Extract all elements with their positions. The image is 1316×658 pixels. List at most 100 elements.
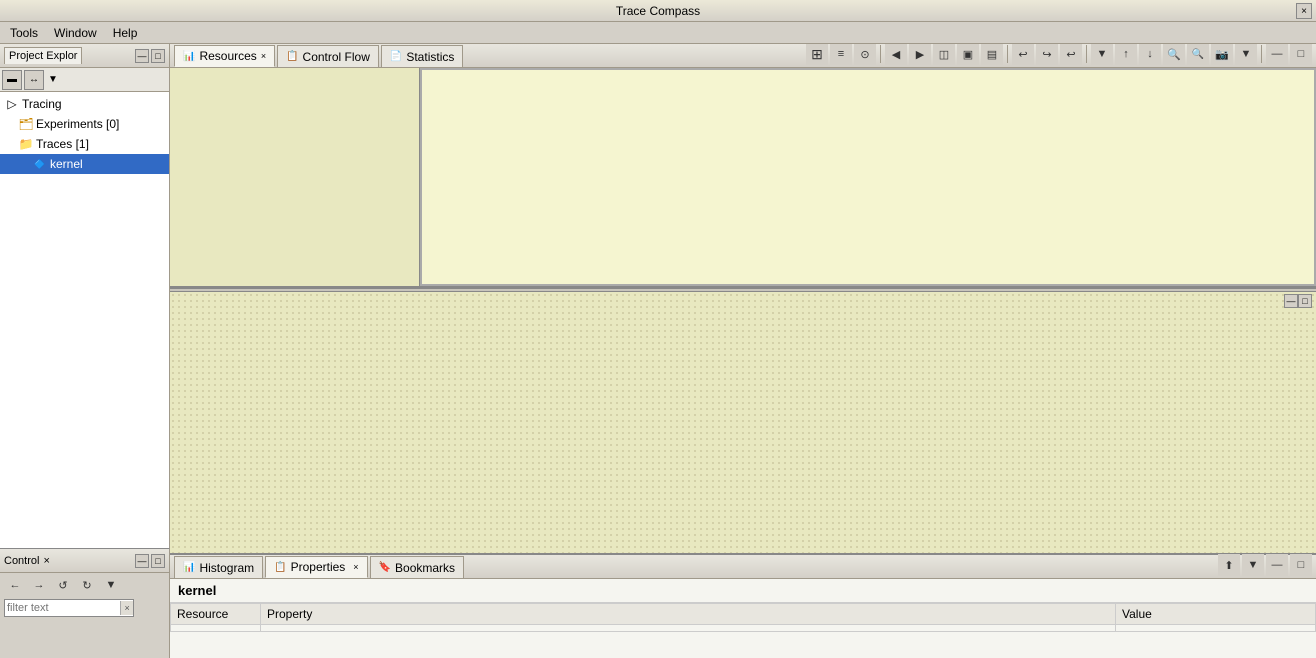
sidebar-maximize-btn[interactable]: □: [151, 49, 165, 63]
control-maximize-btn[interactable]: □: [151, 554, 165, 568]
sidebar-item-traces[interactable]: 📁 Traces [1]: [0, 134, 169, 154]
ctrl-forward-btn[interactable]: →: [28, 574, 50, 596]
app-title: Trace Compass: [616, 4, 700, 18]
main-toolbar-btn18[interactable]: ▼: [1235, 44, 1257, 65]
left-bottom-panel: Control × — □ ← → ↺ ↻ ▼ ×: [0, 548, 170, 658]
sep4: [1261, 45, 1262, 63]
sidebar-tree: ▷ Tracing 🗂 Experiments [0] 📁 Traces [1]…: [0, 92, 169, 548]
properties-tab-close[interactable]: ×: [353, 562, 358, 572]
menu-bar: Tools Window Help: [0, 22, 1316, 44]
bottom-tabs-bar: 📊 Histogram 📋 Properties × 🔖 Bookmarks: [170, 555, 1316, 579]
main-toolbar-maximize[interactable]: □: [1290, 44, 1312, 65]
tab-bookmarks[interactable]: 🔖 Bookmarks: [370, 556, 464, 578]
bottom-view-minimize[interactable]: —: [1284, 294, 1298, 308]
sidebar-link-btn[interactable]: ↔: [24, 70, 44, 90]
main-toolbar-btn3[interactable]: ⊙: [854, 44, 876, 65]
filter-area: ×: [0, 597, 169, 619]
main-toolbar-btn12[interactable]: ▼: [1091, 44, 1113, 65]
sidebar: Project Explor — □ ▬ ↔ ▼ ▷ Tracing 🗂 Exp…: [0, 44, 170, 658]
filter-input[interactable]: [5, 602, 120, 614]
main-toolbar-btn5[interactable]: ▶: [909, 44, 931, 65]
sidebar-item-tracing[interactable]: ▷ Tracing: [0, 94, 169, 114]
sidebar-item-kernel[interactable]: 🔷 kernel: [0, 154, 169, 174]
sidebar-tracing-label: Tracing: [22, 97, 62, 111]
main-toolbar-btn16[interactable]: 🔍: [1187, 44, 1209, 65]
sidebar-traces-label: Traces [1]: [36, 137, 89, 151]
main-toolbar-btn4[interactable]: ◀: [885, 44, 907, 65]
sidebar-collapse-btn[interactable]: ▬: [2, 70, 22, 90]
main-toolbar-btn17[interactable]: 📷: [1211, 44, 1233, 65]
bottom-minimize-btn[interactable]: —: [1266, 554, 1288, 576]
table-row: [171, 625, 1316, 632]
main-toolbar-btn2[interactable]: ≡: [830, 44, 852, 65]
upper-area: 📊 Resources × 📋 Control Flow 📄 Statistic…: [170, 44, 1316, 553]
tab-control-flow[interactable]: 📋 Control Flow: [277, 45, 379, 67]
sidebar-toolbar: ▬ ↔ ▼: [0, 68, 169, 92]
main-toolbar-btn9[interactable]: ↩: [1012, 44, 1034, 65]
histogram-tab-label: Histogram: [199, 561, 254, 575]
control-flow-tab-label: Control Flow: [303, 50, 370, 64]
sidebar-kernel-label: kernel: [50, 157, 83, 171]
ctrl-undo-btn[interactable]: ↺: [52, 574, 74, 596]
bottom-view-maximize[interactable]: □: [1298, 294, 1312, 308]
main-toolbar-btn13[interactable]: ↑: [1115, 44, 1137, 65]
col-value: Value: [1116, 604, 1316, 625]
menu-window[interactable]: Window: [48, 24, 103, 42]
properties-table: Resource Property Value: [170, 603, 1316, 632]
timeline-view-bottom: — □: [170, 292, 1316, 553]
control-toolbar: ← → ↺ ↻ ▼: [0, 573, 169, 597]
bottom-maximize-btn[interactable]: □: [1290, 554, 1312, 576]
statistics-tab-label: Statistics: [406, 50, 454, 64]
main-toolbar-btn11[interactable]: ↩: [1060, 44, 1082, 65]
ctrl-redo-btn[interactable]: ↻: [76, 574, 98, 596]
title-bar: Trace Compass ×: [0, 0, 1316, 22]
sidebar-item-experiments[interactable]: 🗂 Experiments [0]: [0, 114, 169, 134]
main-toolbar-minimize[interactable]: —: [1266, 44, 1288, 65]
sidebar-dropdown-btn[interactable]: ▼: [46, 73, 60, 87]
main-toolbar-btn6[interactable]: ◫: [933, 44, 955, 65]
ctrl-back-btn[interactable]: ←: [4, 574, 26, 596]
title-close-button[interactable]: ×: [1296, 3, 1312, 19]
tab-histogram[interactable]: 📊 Histogram: [174, 556, 263, 578]
bottom-dropdown-btn[interactable]: ▼: [1242, 554, 1264, 576]
sep3: [1086, 45, 1087, 63]
filter-clear-btn[interactable]: ×: [120, 601, 133, 615]
bookmarks-tab-icon: 🔖: [379, 562, 391, 573]
main-layout: Project Explor — □ ▬ ↔ ▼ ▷ Tracing 🗂 Exp…: [0, 44, 1316, 658]
main-tabs-bar: 📊 Resources × 📋 Control Flow 📄 Statistic…: [170, 44, 1316, 68]
sidebar-experiments-label: Experiments [0]: [36, 117, 119, 131]
control-flow-tab-icon: 📋: [286, 51, 298, 62]
main-toolbar-btn7[interactable]: ▣: [957, 44, 979, 65]
tab-properties[interactable]: 📋 Properties ×: [265, 556, 367, 578]
sidebar-controls: — □: [135, 49, 165, 63]
main-toolbar-btn14[interactable]: ↓: [1139, 44, 1161, 65]
resources-tab-close[interactable]: ×: [261, 51, 266, 61]
sidebar-header: Project Explor — □: [0, 44, 169, 68]
ctrl-dropdown-btn[interactable]: ▼: [100, 574, 122, 596]
timeline-left-panel: [170, 68, 420, 286]
bottom-export-btn[interactable]: ⬆: [1218, 554, 1240, 576]
menu-help[interactable]: Help: [107, 24, 144, 42]
tracing-icon: ▷: [4, 96, 20, 112]
control-panel-controls: — □: [135, 554, 165, 568]
main-toolbar-btn15[interactable]: 🔍: [1163, 44, 1185, 65]
resources-tab-icon: 📊: [183, 51, 195, 62]
sidebar-tab-project-explorer[interactable]: Project Explor: [4, 47, 82, 64]
main-toolbar-btn1[interactable]: ⊞: [806, 44, 828, 65]
main-toolbar-btn10[interactable]: ↪: [1036, 44, 1058, 65]
traces-icon: 📁: [18, 136, 34, 152]
sep2: [1007, 45, 1008, 63]
control-tab-label[interactable]: Control: [4, 555, 39, 567]
resources-tab-label: Resources: [199, 49, 256, 63]
bookmarks-tab-label: Bookmarks: [395, 561, 455, 575]
lower-area: 📊 Histogram 📋 Properties × 🔖 Bookmarks: [170, 553, 1316, 658]
control-tab-close[interactable]: ×: [43, 555, 49, 567]
sidebar-minimize-btn[interactable]: —: [135, 49, 149, 63]
menu-tools[interactable]: Tools: [4, 24, 44, 42]
col-property: Property: [261, 604, 1116, 625]
main-toolbar-btn8[interactable]: ▤: [981, 44, 1003, 65]
tab-resources[interactable]: 📊 Resources ×: [174, 45, 275, 67]
properties-title: kernel: [170, 579, 1316, 603]
control-minimize-btn[interactable]: —: [135, 554, 149, 568]
tab-statistics[interactable]: 📄 Statistics: [381, 45, 463, 67]
